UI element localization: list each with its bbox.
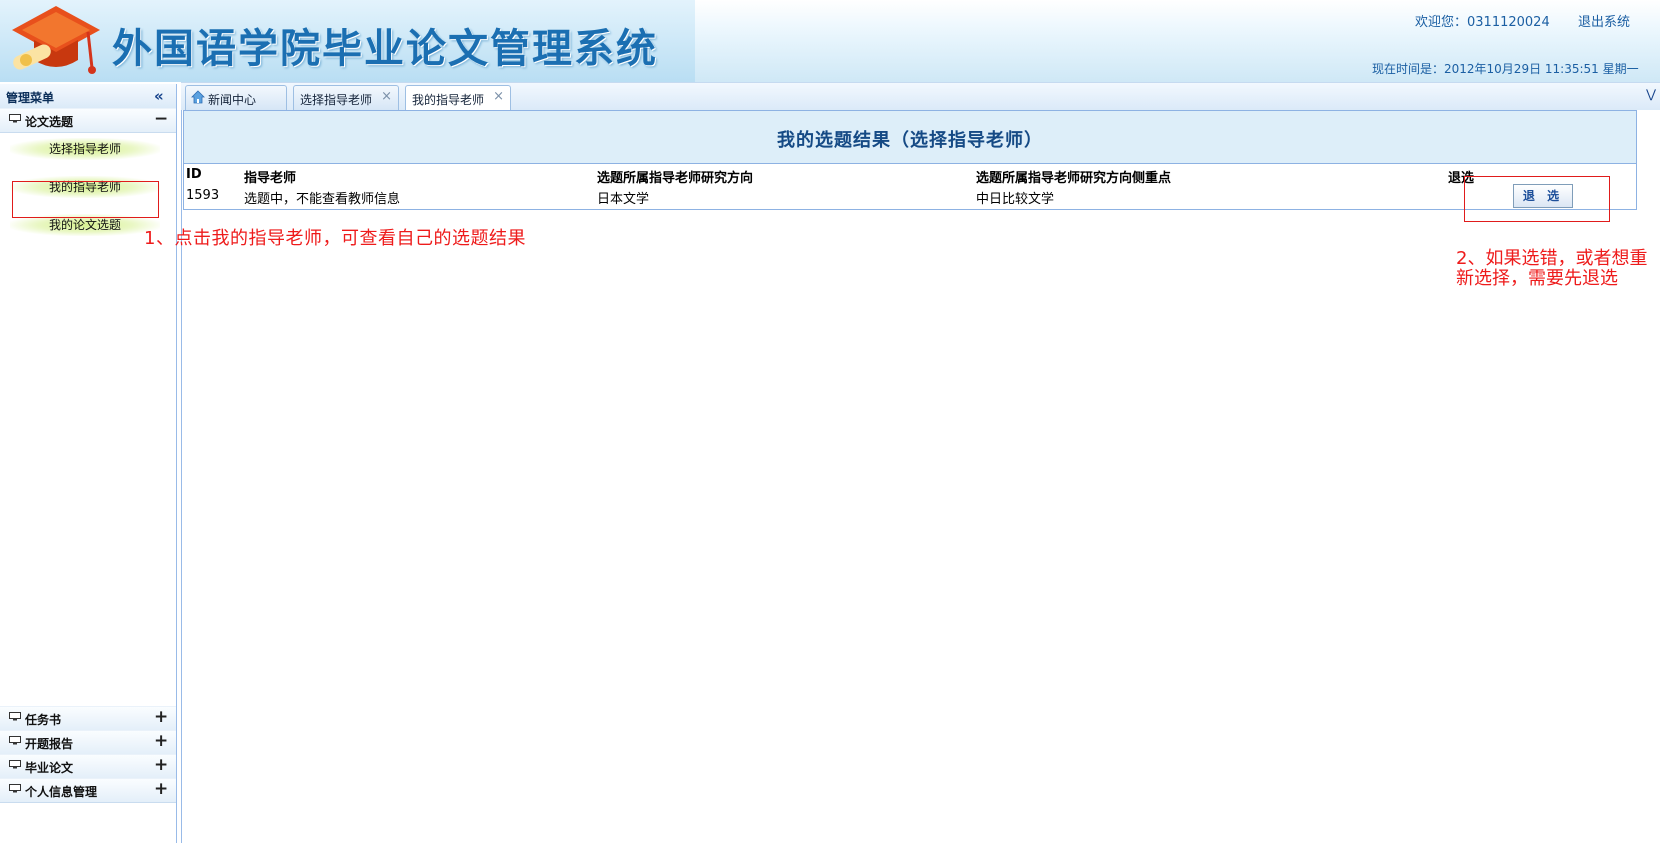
sidebar-section-label: 个人信息管理 [25,785,98,799]
tab-bar: 新闻中心 选择指导老师 × 我的指导老师 × ⋁ [181,82,1660,112]
sidebar-section-personal-info[interactable]: 个人信息管理 + [0,778,176,803]
monitor-icon [9,712,21,721]
sidebar-section-label: 论文选题 [25,115,74,129]
tab-my-advisor[interactable]: 我的指导老师 × [405,85,511,112]
expand-section-icon[interactable]: + [154,755,168,775]
tab-label: 我的指导老师 [412,93,485,107]
sidebar-section-task-book[interactable]: 任务书 + [0,706,176,731]
tab-label: 选择指导老师 [300,93,373,107]
tab-list-dropdown-icon[interactable]: ⋁ [1646,87,1656,101]
sidebar-section-label: 开题报告 [25,737,74,751]
column-header-research-direction: 选题所属指导老师研究方向 [597,171,754,186]
sidebar-header: 管理菜单 « [0,84,176,109]
collapse-section-icon[interactable]: − [154,109,168,129]
close-tab-icon[interactable]: × [493,89,504,104]
cell-advisor: 选题中，不能查看教师信息 [244,192,401,207]
tab-select-advisor[interactable]: 选择指导老师 × [293,85,399,110]
annotation-note: 1、点击我的指导老师，可查看自己的选题结果 [144,228,526,249]
annotation-highlight-box [1464,176,1610,222]
column-header-id: ID [186,167,202,182]
logout-link[interactable]: 退出系统 [1578,11,1630,30]
tab-news-center[interactable]: 新闻中心 [185,85,287,110]
tab-label: 新闻中心 [208,93,257,107]
annotation-highlight-box [12,181,159,218]
sidebar-section-label: 毕业论文 [25,761,74,775]
monitor-icon [9,114,21,123]
system-title: 外国语学院毕业论文管理系统 [112,25,658,72]
home-icon [191,90,205,104]
column-header-research-focus: 选题所属指导老师研究方向侧重点 [976,171,1172,186]
sidebar-item-select-advisor[interactable]: 选择指导老师 [10,138,160,160]
main-content: 我的选题结果（选择指导老师） ID 指导老师 选题所属指导老师研究方向 选题所属… [181,110,1660,843]
cell-research-focus: 中日比较文学 [976,192,1055,207]
column-header-advisor: 指导老师 [244,171,297,186]
monitor-icon [9,784,21,793]
monitor-icon [9,760,21,769]
result-title: 我的选题结果（选择指导老师） [777,130,1043,151]
current-time-text: 现在时间是：2012年10月29日 11:35:51 星期一 [1372,62,1639,76]
sidebar-section-label: 任务书 [25,713,62,727]
result-panel: 我的选题结果（选择指导老师） ID 指导老师 选题所属指导老师研究方向 选题所属… [183,110,1637,210]
cell-research-direction: 日本文学 [597,192,650,207]
sidebar-section-graduation-thesis[interactable]: 毕业论文 + [0,754,176,779]
sidebar-title: 管理菜单 [6,91,55,105]
close-tab-icon[interactable]: × [381,89,392,104]
app-header: 外国语学院毕业论文管理系统 欢迎您：0311120024 退出系统 现在时间是：… [0,0,1660,82]
cell-id: 1593 [186,188,220,203]
expand-section-icon[interactable]: + [154,707,168,727]
welcome-user-text: 欢迎您：0311120024 [1415,15,1550,30]
expand-section-icon[interactable]: + [154,779,168,799]
collapse-sidebar-icon[interactable]: « [154,87,164,105]
result-title-bar: 我的选题结果（选择指导老师） [184,111,1636,164]
graduation-cap-logo-icon [12,6,100,74]
monitor-icon [9,736,21,745]
sidebar-section-thesis-topic[interactable]: 论文选题 − [0,108,176,133]
sidebar-section-proposal-report[interactable]: 开题报告 + [0,730,176,755]
expand-section-icon[interactable]: + [154,731,168,751]
annotation-note: 2、如果选错，或者想重新选择，需要先退选 [1456,248,1648,289]
